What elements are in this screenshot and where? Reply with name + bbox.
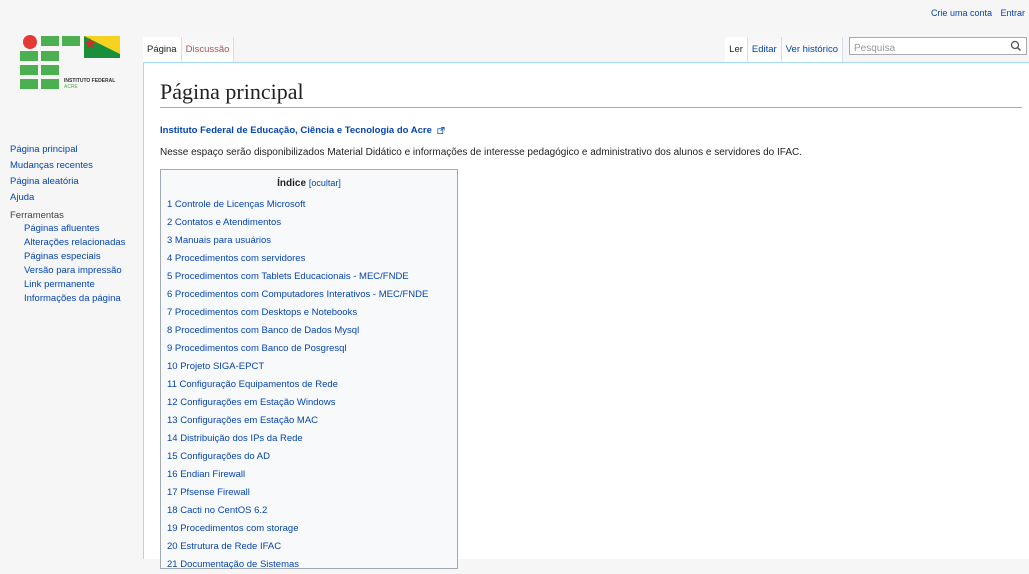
sidebar-tools-heading: Ferramentas (10, 210, 64, 221)
create-account-link[interactable]: Crie uma conta (931, 8, 992, 18)
sidebar: Página principal Mudanças recentes Págin… (10, 144, 130, 308)
sidebar-item-printable-version[interactable]: Versão para impressão (24, 266, 130, 276)
logo-square (41, 51, 59, 61)
sidebar-item-random-page[interactable]: Página aleatória (10, 176, 130, 188)
external-link-icon (437, 126, 445, 134)
logo-text: INSTITUTO FEDERAL ACRE (64, 78, 115, 90)
namespace-tabs: Página Discussão (143, 37, 235, 62)
toc-item[interactable]: 13 Configurações em Estação MAC (167, 412, 428, 430)
tab-history[interactable]: Ver histórico (781, 37, 843, 62)
search-icon[interactable] (1010, 40, 1022, 52)
tab-edit[interactable]: Editar (747, 37, 782, 62)
tab-page[interactable]: Página (143, 37, 182, 62)
tab-discussion[interactable]: Discussão (181, 37, 235, 62)
logo-square (20, 51, 38, 61)
toc-toggle-link[interactable]: [ocultar] (309, 178, 341, 188)
toc-item[interactable]: 11 Configuração Equipamentos de Rede (167, 376, 428, 394)
intro-paragraph: Nesse espaço serão disponibilizados Mate… (160, 147, 803, 158)
sidebar-item-main-page[interactable]: Página principal (10, 144, 130, 156)
toc-item[interactable]: 4 Procedimentos com servidores (167, 250, 428, 268)
toc-item[interactable]: 6 Procedimentos com Computadores Interat… (167, 286, 428, 304)
toc-list: 1 Controle de Licenças Microsoft 2 Contat… (167, 196, 428, 574)
search-input[interactable] (850, 40, 1008, 57)
sidebar-item-what-links-here[interactable]: Páginas afluentes (24, 224, 130, 234)
toc-item[interactable]: 18 Cacti no CentOS 6.2 (167, 502, 428, 520)
toc-title: Índice (277, 178, 307, 189)
content-area: Página principal Instituto Federal de Ed… (143, 62, 1029, 570)
logo-square (41, 65, 59, 75)
toc-item[interactable]: 3 Manuais para usuários (167, 232, 428, 250)
login-link[interactable]: Entrar (1000, 8, 1025, 18)
sidebar-item-help[interactable]: Ajuda (10, 192, 130, 204)
personal-tools: Crie uma conta Entrar (925, 8, 1029, 18)
toc-item[interactable]: 20 Estrutura de Rede IFAC (167, 538, 428, 556)
sidebar-item-recent-changes[interactable]: Mudanças recentes (10, 160, 130, 172)
toc-item[interactable]: 8 Procedimentos com Banco de Dados Mysql (167, 322, 428, 340)
sidebar-item-related-changes[interactable]: Alterações relacionadas (24, 238, 130, 248)
logo-dot-red (23, 35, 37, 49)
logo-square (20, 65, 38, 75)
toc-item[interactable]: 12 Configurações em Estação Windows (167, 394, 428, 412)
sidebar-item-special-pages[interactable]: Páginas especiais (24, 252, 130, 262)
institute-external-link[interactable]: Instituto Federal de Educação, Ciência e… (160, 125, 445, 136)
toc-item[interactable]: 9 Procedimentos com Banco de Posgresql (167, 340, 428, 358)
logo-square (41, 79, 59, 89)
toc-item[interactable]: 10 Projeto SIGA-EPCT (167, 358, 428, 376)
toc-item[interactable]: 1 Controle de Licenças Microsoft (167, 196, 428, 214)
toc-item[interactable]: 7 Procedimentos com Desktops e Notebooks (167, 304, 428, 322)
toc-item[interactable]: 15 Configurações do AD (167, 448, 428, 466)
toc-item[interactable]: 2 Contatos e Atendimentos (167, 214, 428, 232)
toc-item[interactable]: 17 Pfsense Firewall (167, 484, 428, 502)
site-logo[interactable]: INSTITUTO FEDERAL ACRE (20, 34, 130, 96)
view-tabs: Ler Editar Ver histórico (725, 37, 843, 62)
tab-read[interactable]: Ler (725, 37, 748, 62)
toc-item[interactable]: 16 Endian Firewall (167, 466, 428, 484)
toc-item[interactable]: 5 Procedimentos com Tablets Educacionais… (167, 268, 428, 286)
table-of-contents: Índice [ocultar] 1 Controle de Licenças … (160, 169, 458, 570)
toc-header: Índice [ocultar] (161, 178, 457, 189)
acre-flag-icon (84, 36, 120, 58)
logo-sub: ACRE (64, 84, 78, 90)
logo-square (41, 36, 59, 46)
logo-square (62, 36, 80, 46)
logo-square (20, 79, 38, 89)
sidebar-item-permanent-link[interactable]: Link permanente (24, 280, 130, 290)
page-title: Página principal (160, 79, 1022, 108)
institute-link-text[interactable]: Instituto Federal de Educação, Ciência e… (160, 125, 432, 136)
search-box (849, 37, 1027, 57)
toc-item[interactable]: 14 Distribuição dos IPs da Rede (167, 430, 428, 448)
toc-item[interactable]: 19 Procedimentos com storage (167, 520, 428, 538)
sidebar-item-page-information[interactable]: Informações da página (24, 294, 130, 304)
